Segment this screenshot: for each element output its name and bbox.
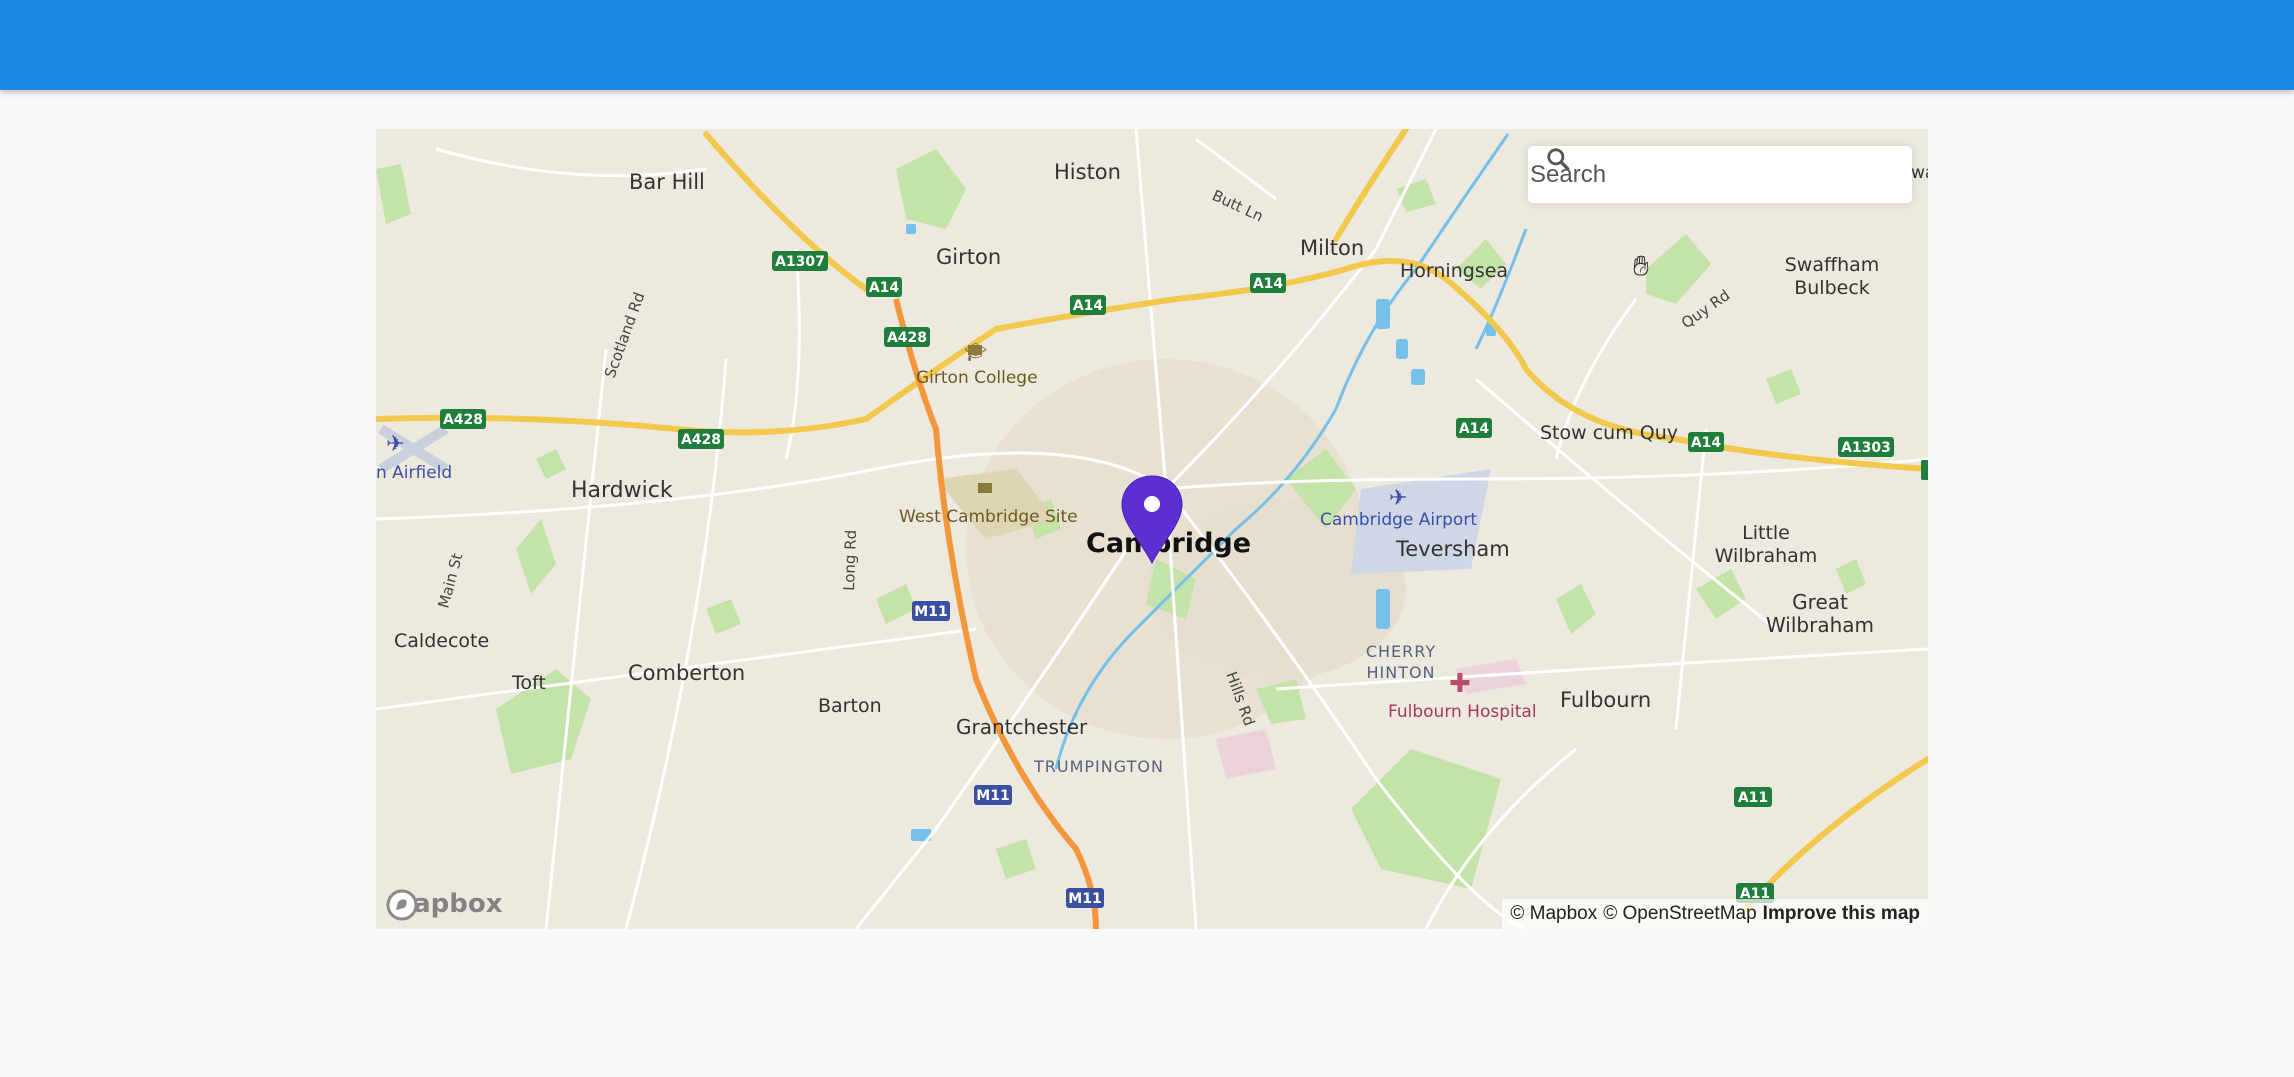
app-header-bar [0, 0, 2294, 90]
place-label-barton: Barton [818, 695, 882, 717]
place-label-little-wilbraham: Wilbraham [1715, 545, 1818, 567]
shield-a14-label: A14 [1459, 421, 1490, 437]
attribution-osm-link[interactable]: © OpenStreetMap [1603, 903, 1756, 925]
shield-a14-label: A14 [1253, 276, 1284, 292]
place-label-great: Great [1792, 590, 1848, 614]
university-icon [978, 483, 992, 493]
shield-a428-label: A428 [887, 330, 927, 346]
place-label-comberton: Comberton [628, 661, 745, 685]
place-label-west-cambridge-site: West Cambridge Site [899, 507, 1078, 527]
place-label-milton: Milton [1300, 236, 1364, 260]
shield-m11-label: M11 [1068, 891, 1101, 907]
place-label-edge: wa [1911, 163, 1928, 183]
place-label-swaffham: Swaffham [1785, 254, 1880, 276]
place-label-grantchester: Grantchester [956, 715, 1088, 739]
airfield-icon: ✈ [386, 431, 404, 456]
map-attribution: © Mapbox © OpenStreetMap Improve this ma… [1502, 899, 1928, 929]
location-pin-dot [1144, 496, 1160, 512]
place-label-great-wilbraham: Wilbraham [1766, 613, 1874, 637]
hand-cursor-icon: ✋︎ [1633, 250, 1649, 281]
search-icon [1547, 148, 1570, 171]
map-canvas[interactable]: ✈ ✈ ✚ 🎓︎ A1307 A14 A14 A14 A14 A14 A428 [376, 129, 1928, 929]
place-label-bulbeck: Bulbeck [1794, 277, 1870, 299]
place-label-little: Little [1742, 522, 1790, 544]
shield-a14-label: A14 [869, 280, 900, 296]
mapbox-logo-icon [386, 889, 418, 921]
shield-m11-label: M11 [914, 604, 947, 620]
shield-a14-label: A14 [1073, 298, 1104, 314]
place-label-airfield: n Airfield [376, 463, 452, 483]
place-label-bar-hill: Bar Hill [629, 170, 705, 194]
shield-a428-label: A428 [443, 412, 483, 428]
hospital-icon: ✚ [1449, 668, 1471, 698]
map-view[interactable]: ✈ ✈ ✚ 🎓︎ A1307 A14 A14 A14 A14 A14 A428 [376, 129, 1928, 929]
mapbox-logo[interactable]: mapbox [386, 889, 503, 921]
place-label-trumpington: TRUMPINGTON [1033, 757, 1164, 776]
attribution-mapbox-link[interactable]: © Mapbox [1510, 903, 1597, 925]
search-box[interactable] [1528, 146, 1912, 203]
place-label-hinton: HINTON [1366, 663, 1435, 682]
shield-m11-label: M11 [976, 788, 1009, 804]
place-label-girton: Girton [936, 245, 1001, 269]
place-label-horningsea: Horningsea [1400, 260, 1508, 282]
place-label-fulbourn-hospital: Fulbourn Hospital [1388, 702, 1537, 722]
shield-a11-label: A11 [1738, 790, 1768, 806]
place-label-cambridge-airport: Cambridge Airport [1320, 510, 1477, 530]
place-label-teversham: Teversham [1395, 537, 1510, 561]
place-label-fulbourn: Fulbourn [1560, 688, 1651, 712]
place-label-cherry: CHERRY [1366, 642, 1436, 661]
place-label-girton-college: Girton College [916, 368, 1038, 388]
shield-a1303-label: A1303 [1841, 440, 1891, 456]
place-label-hardwick: Hardwick [571, 478, 673, 503]
improve-map-link[interactable]: Improve this map [1763, 903, 1920, 925]
place-label-histon: Histon [1054, 160, 1121, 184]
search-input[interactable] [1528, 159, 1912, 190]
shield-a14-label: A14 [1691, 435, 1722, 451]
place-label-caldecote: Caldecote [394, 630, 489, 652]
shield-a428-label: A428 [681, 432, 721, 448]
road-label-long-rd: Long Rd [840, 530, 860, 592]
place-label-stow-cum-quy: Stow cum Quy [1540, 422, 1678, 444]
airport-icon: ✈ [1389, 485, 1407, 510]
shield-a1307-label: A1307 [775, 254, 825, 270]
place-label-toft: Toft [511, 672, 546, 694]
